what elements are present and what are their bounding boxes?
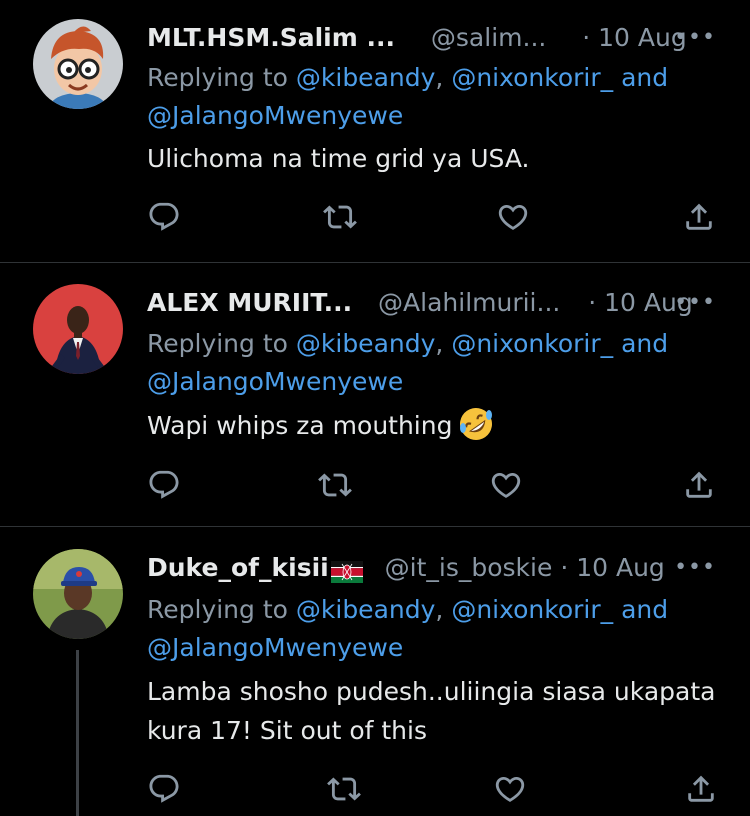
tweet-text: Wapi whips za mouthing [147,406,727,445]
like-icon[interactable] [496,200,530,234]
replying-prefix: Replying to [147,63,296,92]
retweet-icon[interactable] [327,772,361,806]
thread-connector-line [76,650,79,816]
display-name[interactable]: ALEX MURIIT... [147,288,352,317]
mention-link[interactable]: @nixonkorir_ [451,329,613,358]
replying-prefix: Replying to [147,329,296,358]
dot-separator: · [560,553,569,582]
share-icon[interactable] [684,772,718,806]
replying-to: Replying to @kibeandy, @nixonkorir_ and @… [147,59,727,135]
action-bar [0,200,750,240]
user-handle[interactable]: @salim... [431,23,546,52]
share-icon[interactable] [682,200,716,234]
more-icon[interactable]: ••• [674,284,716,322]
dot-separator: · [582,23,591,52]
and-link[interactable]: and [613,63,668,92]
retweet-icon[interactable] [323,200,357,234]
separator: , [435,329,452,358]
reply-icon[interactable] [147,772,181,806]
young-man-cap-avatar-icon [33,549,123,639]
tweet-3[interactable]: Duke_of_kisii @it_is_boskie · 10 Aug •••… [0,527,750,816]
separator: , [435,595,452,624]
mention-link[interactable]: @JalangoMwenyewe [147,367,403,396]
tweet-text-content: Wapi whips za mouthing [147,411,453,440]
tweet-header: ALEX MURIIT... @Alahilmurii... · 10 Aug [147,284,693,322]
mention-link[interactable]: @kibeandy [296,595,436,624]
man-in-suit-avatar-icon [33,284,123,374]
mention-link[interactable]: @kibeandy [296,329,436,358]
replying-to: Replying to @kibeandy, @nixonkorir_ and @… [147,591,727,667]
action-bar [0,772,750,812]
tweet-text-line-2: kura 17! Sit out of this [147,716,427,745]
mention-link[interactable]: @JalangoMwenyewe [147,633,403,662]
tweet-2[interactable]: ALEX MURIIT... @Alahilmurii... · 10 Aug … [0,263,750,526]
tweet-text-line-1: Lamba shosho pudesh..uliingia siasa ukap… [147,677,716,706]
user-handle[interactable]: @it_is_boskie [385,553,553,582]
more-icon[interactable]: ••• [674,549,716,587]
like-icon[interactable] [489,468,523,502]
tweet-1[interactable]: MLT.HSM.Salim ... @salim... · 10 Aug •••… [0,0,750,262]
tweet-header: Duke_of_kisii @it_is_boskie · 10 Aug [147,549,665,587]
kenya-flag-icon [330,556,363,583]
replying-to: Replying to @kibeandy, @nixonkorir_ and @… [147,325,727,401]
mention-link[interactable]: @JalangoMwenyewe [147,101,403,130]
action-bar [0,468,750,508]
mention-link[interactable]: @nixonkorir_ [451,63,613,92]
reply-icon[interactable] [147,200,181,234]
and-link[interactable]: and [613,595,668,624]
mention-link[interactable]: @kibeandy [296,63,436,92]
avatar-duke[interactable] [33,549,123,639]
reply-icon[interactable] [147,468,181,502]
separator: , [435,63,452,92]
replying-prefix: Replying to [147,595,296,624]
retweet-icon[interactable] [318,468,352,502]
dot-separator: · [588,288,597,317]
avatar-salim[interactable] [33,19,123,109]
share-icon[interactable] [682,468,716,502]
user-handle[interactable]: @Alahilmurii... [378,288,560,317]
like-icon[interactable] [493,772,527,806]
and-link[interactable]: and [613,329,668,358]
display-name[interactable]: MLT.HSM.Salim ... [147,23,395,52]
avatar-alex[interactable] [33,284,123,374]
more-icon[interactable]: ••• [674,19,716,57]
display-name[interactable]: Duke_of_kisii [147,553,329,582]
tweet-header: MLT.HSM.Salim ... @salim... · 10 Aug [147,19,687,57]
mention-link[interactable]: @nixonkorir_ [451,595,613,624]
cartoon-boy-avatar-icon [33,19,123,109]
tweet-text: Ulichoma na time grid ya USA. [147,144,530,173]
tweet-text: Lamba shosho pudesh..uliingia siasa ukap… [147,672,727,750]
tweet-date[interactable]: 10 Aug [576,553,665,582]
rolling-laughing-emoji-icon [460,408,493,440]
